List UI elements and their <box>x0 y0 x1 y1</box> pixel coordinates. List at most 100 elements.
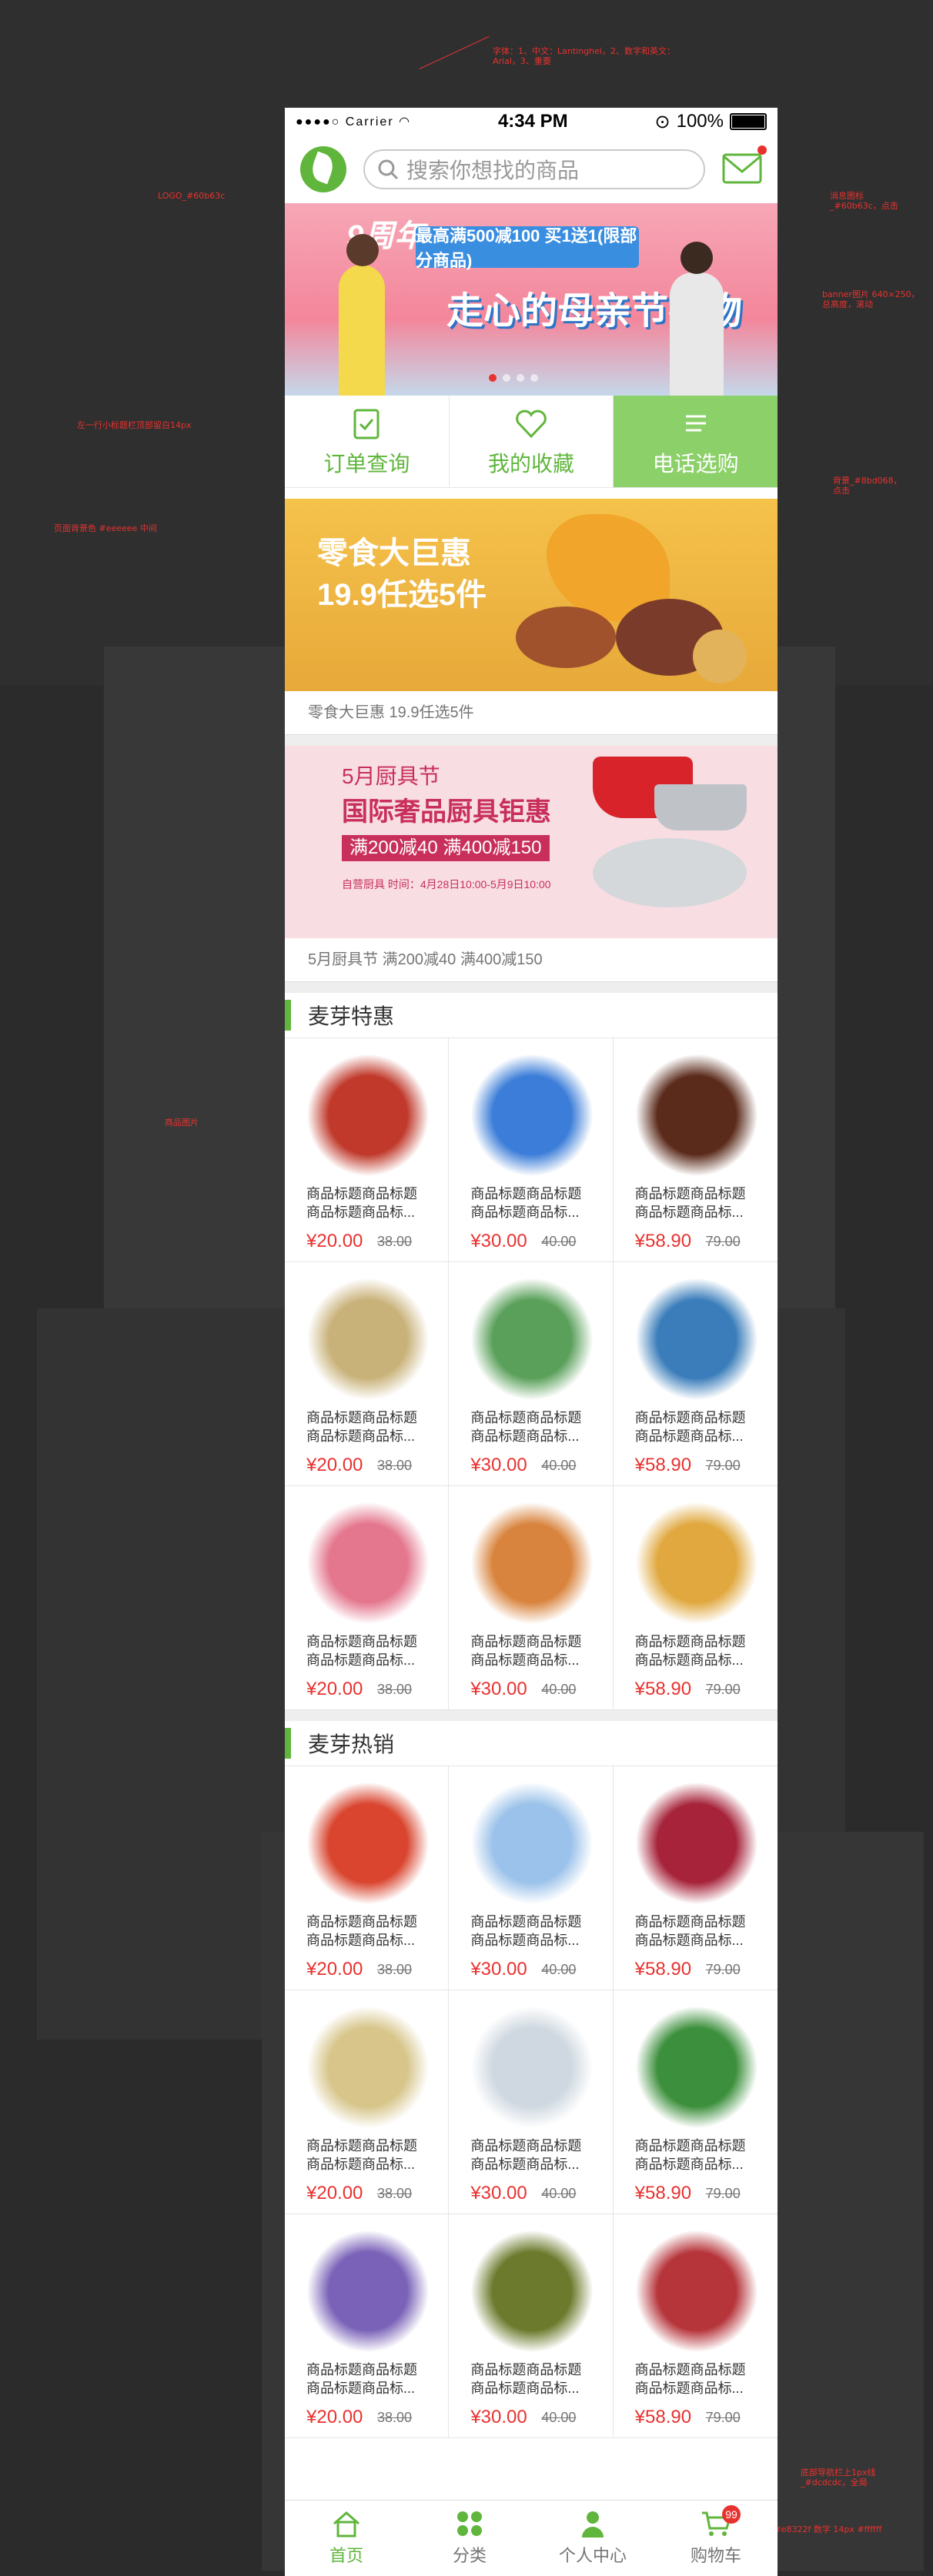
product-title-line2: 商品标题商品标... <box>470 1933 580 1948</box>
product-price: ¥58.90 <box>634 1679 692 1699</box>
product-price: ¥30.00 <box>470 1959 527 1980</box>
product-card[interactable]: 商品标题商品标题 商品标题商品标... ¥30.00 40.00 <box>449 1766 614 1990</box>
status-right: ⊙ 100% <box>655 111 767 133</box>
product-old-price: 40.00 <box>541 1682 577 1697</box>
promo-kitchen-caption: 5月厨具节 满200减40 满400减150 <box>285 938 778 982</box>
battery-percent: 100% <box>676 111 724 132</box>
product-image <box>634 1502 758 1625</box>
tab-cart[interactable]: 购物车 99 <box>654 2501 778 2576</box>
quick-nav-favorites[interactable]: 我的收藏 <box>450 396 614 487</box>
product-card[interactable]: 商品标题商品标题 商品标题商品标... ¥58.90 79.00 <box>613 1486 778 1710</box>
product-price: ¥20.00 <box>306 2183 363 2203</box>
annotation-right-1: 消息图标_#60b63c，点击 <box>830 191 898 211</box>
product-old-price: 40.00 <box>541 2186 577 2201</box>
promo-kitchen[interactable]: 5月厨具节 国际奢品厨具钜惠 满200减40 满400减150 自营厨具 时间：… <box>285 746 778 938</box>
product-image <box>634 1782 758 1905</box>
product-image <box>470 1054 594 1177</box>
product-card[interactable]: 商品标题商品标题 商品标题商品标... ¥58.90 79.00 <box>613 2214 778 2438</box>
product-price: ¥20.00 <box>306 1231 363 1251</box>
banner-girl-illustration <box>339 234 385 396</box>
product-card[interactable]: 商品标题商品标题 商品标题商品标... ¥30.00 40.00 <box>449 1262 614 1486</box>
product-image <box>634 1054 758 1177</box>
quick-nav: 订单查询 我的收藏 电话选购 <box>285 396 778 488</box>
message-button[interactable] <box>722 145 767 188</box>
product-image <box>306 1782 430 1905</box>
product-price: ¥20.00 <box>306 1679 363 1699</box>
message-dot <box>757 145 767 155</box>
product-title-line1: 商品标题商品标题 <box>634 1410 746 1425</box>
product-card[interactable]: 商品标题商品标题 商品标题商品标... ¥58.90 79.00 <box>613 1038 778 1262</box>
section-title-specials: 麦芽特惠 <box>308 1004 395 1028</box>
product-price: ¥58.90 <box>634 1231 692 1251</box>
product-image <box>634 2230 758 2353</box>
product-title-line2: 商品标题商品标... <box>470 1204 580 1220</box>
product-title-line2: 商品标题商品标... <box>470 1428 580 1444</box>
banner[interactable]: 9周年 最高满500减100 买1送1(限部分商品) 走心的母亲节礼物 <box>285 203 778 396</box>
product-old-price: 79.00 <box>705 1458 741 1473</box>
product-card[interactable]: 商品标题商品标题 商品标题商品标... ¥20.00 38.00 <box>285 2214 450 2438</box>
product-price: ¥30.00 <box>470 2183 527 2203</box>
lock-icon: ⊙ <box>654 111 670 132</box>
promo-snacks-line2: 19.9任选5件 <box>317 578 487 612</box>
phone-list-icon <box>685 415 706 431</box>
wifi-icon: ◠ <box>399 115 412 129</box>
product-title-line2: 商品标题商品标... <box>306 1204 416 1220</box>
product-card[interactable]: 商品标题商品标题 商品标题商品标... ¥58.90 79.00 <box>613 1262 778 1486</box>
product-image <box>306 1502 430 1625</box>
product-title-line2: 商品标题商品标... <box>634 1933 744 1948</box>
logo[interactable] <box>300 146 346 192</box>
clock: 4:34 PM <box>497 111 568 132</box>
section-title-hot: 麦芽热销 <box>308 1732 395 1756</box>
product-title-line1: 商品标题商品标题 <box>306 1410 417 1425</box>
quick-nav-phone-label: 电话选购 <box>652 451 739 476</box>
product-price: ¥20.00 <box>306 1455 363 1475</box>
product-card[interactable]: 商品标题商品标题 商品标题商品标... ¥30.00 40.00 <box>449 1990 614 2214</box>
product-old-price: 38.00 <box>377 2186 413 2201</box>
quick-nav-phone[interactable]: 电话选购 <box>614 396 778 487</box>
promo-snacks[interactable]: 零食大巨惠 19.9任选5件 <box>285 499 778 691</box>
product-image <box>470 1278 594 1401</box>
tab-profile[interactable]: 个人中心 <box>531 2501 654 2576</box>
product-card[interactable]: 商品标题商品标题 商品标题商品标... ¥20.00 38.00 <box>285 1990 450 2214</box>
product-old-price: 38.00 <box>377 1682 413 1697</box>
quick-nav-orders[interactable]: 订单查询 <box>285 396 450 487</box>
product-price: ¥30.00 <box>470 1231 527 1251</box>
product-title-line1: 商品标题商品标题 <box>634 1634 746 1649</box>
product-title-line2: 商品标题商品标... <box>470 1652 580 1668</box>
tab-home[interactable]: 首页 <box>285 2501 408 2576</box>
product-price: ¥58.90 <box>634 2183 692 2203</box>
promo-kitchen-line2: 国际奢品厨具钜惠 <box>342 797 551 827</box>
annotation-left-2: 页面背景色 #eeeeee 中间 <box>54 523 157 533</box>
product-card[interactable]: 商品标题商品标题 商品标题商品标... ¥30.00 40.00 <box>449 2214 614 2438</box>
section-accent-bar <box>285 1000 291 1031</box>
search-input[interactable]: 搜索你想找的商品 <box>363 149 705 189</box>
product-card[interactable]: 商品标题商品标题 商品标题商品标... ¥58.90 79.00 <box>613 1990 778 2214</box>
product-card[interactable]: 商品标题商品标题 商品标题商品标... ¥30.00 40.00 <box>449 1038 614 1262</box>
product-old-price: 38.00 <box>377 1234 413 1249</box>
promo-kitchen-line1: 5月厨具节 <box>342 764 440 788</box>
annotation-left-1: 左一行小标题栏顶部留白14px <box>77 420 192 430</box>
product-card[interactable]: 商品标题商品标题 商品标题商品标... ¥20.00 38.00 <box>285 1038 450 1262</box>
product-card[interactable]: 商品标题商品标题 商品标题商品标... ¥30.00 40.00 <box>449 1486 614 1710</box>
product-card[interactable]: 商品标题商品标题 商品标题商品标... ¥20.00 38.00 <box>285 1262 450 1486</box>
product-title-line1: 商品标题商品标题 <box>634 2138 746 2153</box>
product-card[interactable]: 商品标题商品标题 商品标题商品标... ¥58.90 79.00 <box>613 1766 778 1990</box>
product-title-line2: 商品标题商品标... <box>634 1428 744 1444</box>
product-old-price: 79.00 <box>705 1682 741 1697</box>
cart-badge: 99 <box>722 2505 741 2524</box>
product-title-line2: 商品标题商品标... <box>634 2381 744 2396</box>
product-title-line1: 商品标题商品标题 <box>306 1186 417 1201</box>
product-card[interactable]: 商品标题商品标题 商品标题商品标... ¥20.00 38.00 <box>285 1486 450 1710</box>
annotation-right-2: banner图片 640×250，总高度，滚动 <box>822 289 920 309</box>
product-old-price: 38.00 <box>377 2410 413 2425</box>
product-title-line1: 商品标题商品标题 <box>470 2138 582 2153</box>
section-accent-bar <box>285 1728 291 1759</box>
product-card[interactable]: 商品标题商品标题 商品标题商品标... ¥20.00 38.00 <box>285 1766 450 1990</box>
tab-category[interactable]: 分类 <box>408 2501 531 2576</box>
header: 搜索你想找的商品 <box>285 135 778 203</box>
product-title-line2: 商品标题商品标... <box>634 1204 744 1220</box>
promo-snacks-caption: 零食大巨惠 19.9任选5件 <box>285 691 778 735</box>
product-title-line1: 商品标题商品标题 <box>306 1634 417 1649</box>
product-image <box>306 2230 430 2353</box>
product-title-line1: 商品标题商品标题 <box>470 1410 582 1425</box>
